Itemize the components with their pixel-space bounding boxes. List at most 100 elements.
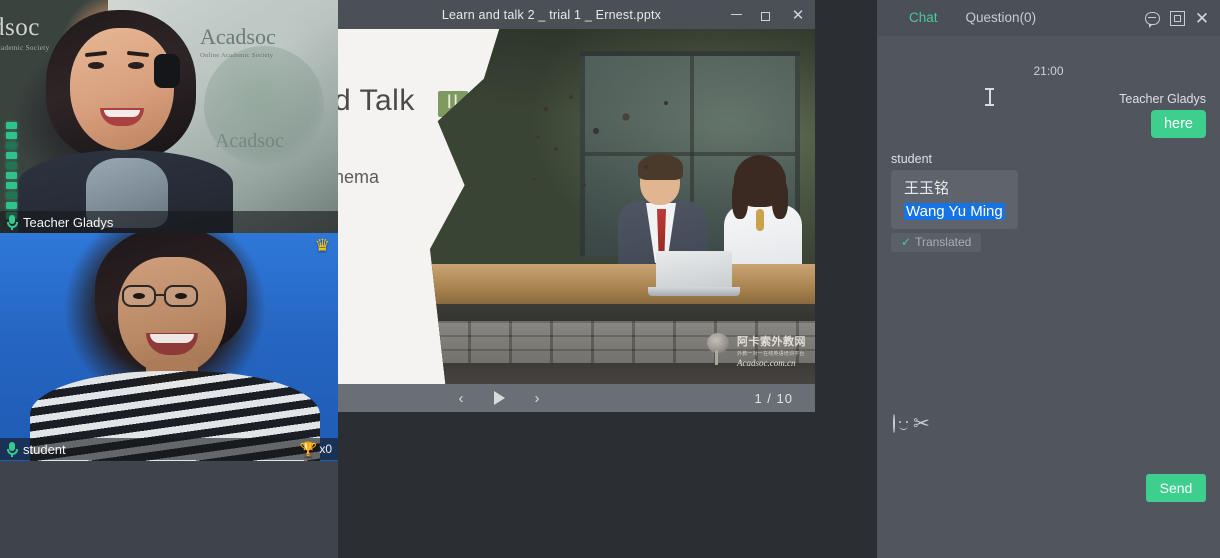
chat-panel: Chat Question(0) ✕ 21:00 Teacher Gladys … (877, 0, 1220, 558)
student-video-tile[interactable]: ♛ student 🏆 x0 (0, 233, 338, 461)
emoji-button[interactable] (893, 415, 895, 433)
chat-toolbar: ✂ (877, 404, 1220, 444)
teacher-video-tile[interactable]: Acadsoc Online Academic Society Acadsoc … (0, 0, 338, 233)
restore-window-icon (1170, 11, 1185, 26)
chat-message-bubble[interactable]: 王玉铭 Wang Yu Ming (891, 170, 1018, 229)
student-eye-right (175, 293, 187, 299)
teacher-person (28, 10, 243, 233)
acadsoc-watermark-left-subtext: Academic Society (0, 44, 50, 52)
microphone-icon (6, 442, 18, 457)
slide-window-title-bar[interactable]: Learn and talk 2 _ trial 1 _ Ernest.pptx… (338, 0, 815, 29)
minimize-icon (731, 14, 742, 16)
chat-message-sender: student (891, 152, 1206, 166)
student-name-label: student (23, 442, 66, 457)
acadsoc-watermark-left-text: dsoc (0, 14, 40, 41)
student-eye-left (133, 293, 145, 299)
chat-bubble-icon (1145, 12, 1160, 25)
translated-badge: ✓ Translated (891, 233, 981, 252)
acadsoc-photo-watermark-text: 阿卡索外教网 外教一对一在线英语培训平台 Acadsoc.com.cn (737, 332, 806, 368)
chat-message-translated-text[interactable]: Wang Yu Ming (904, 203, 1005, 220)
photo-woman-necklace (756, 209, 764, 231)
chat-input-area[interactable]: Send (877, 444, 1220, 514)
chat-panel-header: Chat Question(0) ✕ (877, 0, 1220, 36)
send-button[interactable]: Send (1146, 474, 1206, 502)
photo-woman-hair (734, 155, 786, 207)
restore-icon (761, 10, 771, 20)
chat-tabs: Chat Question(0) (877, 0, 1050, 36)
chevron-left-icon: ‹ (459, 390, 464, 407)
level-bar (6, 142, 17, 149)
slide-next-button[interactable]: › (518, 384, 556, 412)
check-icon: ✓ (901, 235, 911, 249)
close-icon: ✕ (792, 6, 805, 24)
smiley-icon (893, 414, 895, 433)
window-controls: ✕ (721, 0, 815, 29)
tab-question[interactable]: Question(0) (952, 0, 1051, 36)
teacher-eye-left (88, 62, 104, 69)
chat-message-original-text: 王玉铭 (904, 177, 1005, 198)
chat-timestamp: 21:00 (891, 64, 1206, 78)
translated-label: Translated (915, 235, 971, 249)
watermark-chinese-sub: 外教一对一在线英语培训平台 (737, 350, 806, 357)
level-bar (6, 182, 17, 189)
watermark-english: Acadsoc.com.cn (737, 358, 806, 368)
chat-message-teacher: Teacher Gladys here (891, 92, 1206, 138)
scissors-button[interactable]: ✂ (913, 414, 930, 435)
student-name-bar: student 🏆 x0 (0, 438, 338, 460)
trophy-count-label: x0 (319, 442, 332, 456)
close-icon: ✕ (1195, 10, 1209, 27)
slide-play-button[interactable] (480, 384, 518, 412)
level-bar (6, 132, 17, 139)
chat-message-sender: Teacher Gladys (891, 92, 1206, 106)
chat-restore-button[interactable] (1167, 8, 1187, 28)
teacher-face (70, 28, 174, 150)
teacher-name-bar: Teacher Gladys (0, 211, 338, 233)
restore-button[interactable] (751, 0, 781, 29)
level-bar (6, 172, 17, 179)
level-bar (6, 192, 17, 199)
teacher-eye-right (128, 62, 144, 69)
chat-message-student: student 王玉铭 Wang Yu Ming ✓ Translated (891, 152, 1206, 252)
microphone-icon (6, 215, 18, 230)
chevron-right-icon: › (535, 390, 540, 407)
slide-canvas[interactable]: d Talk II nema (338, 29, 815, 384)
play-icon (494, 391, 505, 405)
photo-laptop (648, 251, 740, 299)
teacher-audio-level-meter (6, 122, 17, 219)
minimize-button[interactable] (721, 0, 751, 29)
student-trophy-counter: 🏆 x0 (300, 441, 332, 458)
video-column: Acadsoc Online Academic Society Acadsoc … (0, 0, 338, 558)
slide-page-indicator: 1 / 10 (754, 391, 793, 406)
chat-close-button[interactable]: ✕ (1192, 8, 1212, 28)
slide-window: Learn and talk 2 _ trial 1 _ Ernest.pptx… (338, 0, 815, 412)
close-button[interactable]: ✕ (781, 0, 815, 29)
slide-controls-bar: ‹ › 1 / 10 (338, 384, 815, 412)
trophy-icon: 🏆 (300, 441, 317, 458)
chat-message-bubble[interactable]: here (1151, 110, 1206, 138)
tree-logo-icon (701, 333, 733, 367)
level-bar (6, 122, 17, 129)
student-glasses-bridge (156, 294, 166, 296)
slide-photo: 阿卡索外教网 外教一对一在线英语培训平台 Acadsoc.com.cn (430, 29, 815, 384)
slide-heading-text: d Talk (338, 84, 415, 117)
level-bar (6, 202, 17, 209)
tab-chat[interactable]: Chat (895, 0, 952, 36)
level-bar (6, 152, 17, 159)
slide-window-title: Learn and talk 2 _ trial 1 _ Ernest.pptx (338, 8, 721, 22)
photo-splash-decoration (526, 89, 706, 239)
slide-subheading: nema (338, 167, 379, 188)
level-bar (6, 162, 17, 169)
photo-table (430, 264, 815, 304)
acadsoc-photo-watermark: 阿卡索外教网 外教一对一在线英语培训平台 Acadsoc.com.cn (701, 330, 809, 370)
app-root: Acadsoc Online Academic Society Acadsoc … (0, 0, 1220, 558)
text-cursor (985, 88, 994, 107)
watermark-chinese: 阿卡索外教网 (737, 335, 806, 348)
teacher-headset (154, 54, 180, 88)
teacher-name-label: Teacher Gladys (23, 215, 113, 230)
crown-icon: ♛ (315, 236, 330, 256)
chat-message-list[interactable]: 21:00 Teacher Gladys here student 王玉铭 Wa… (877, 36, 1220, 398)
chat-bubble-button[interactable] (1142, 8, 1162, 28)
acadsoc-watermark-left: dsoc Academic Society (0, 14, 50, 52)
chat-header-icons: ✕ (1142, 8, 1220, 28)
slide-prev-button[interactable]: ‹ (442, 384, 480, 412)
